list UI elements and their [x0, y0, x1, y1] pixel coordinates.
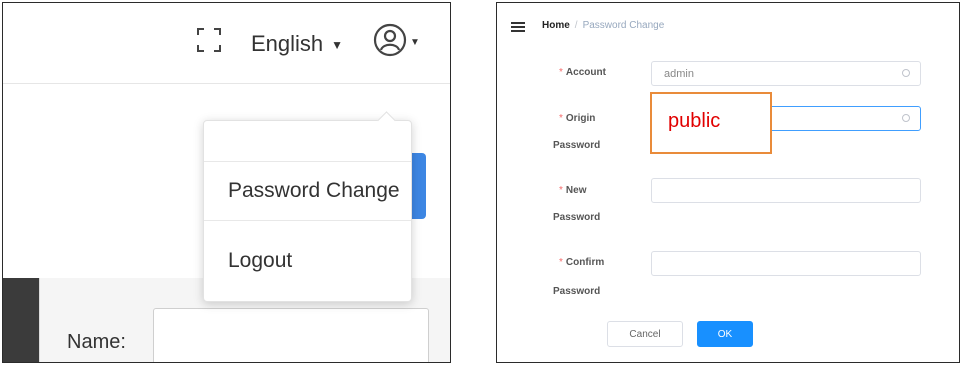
eye-icon[interactable] — [902, 114, 910, 122]
required-mark: * — [559, 185, 563, 196]
cancel-button[interactable]: Cancel — [607, 321, 683, 347]
user-dropdown-menu: Password Change Logout — [203, 111, 412, 302]
dropdown-arrow — [377, 111, 396, 130]
new-password-input[interactable] — [652, 179, 894, 202]
annotation-callout: public — [650, 92, 772, 154]
required-mark: * — [559, 257, 563, 268]
new-label-line1: New — [565, 185, 587, 196]
eye-icon[interactable] — [902, 69, 910, 77]
top-navbar: English ▼ ▼ — [3, 3, 450, 84]
account-label: * Account — [559, 67, 606, 78]
left-screenshot-panel: English ▼ ▼ Name: Password Change Logout — [2, 2, 451, 363]
required-mark: * — [559, 113, 563, 124]
user-caret-down-icon[interactable]: ▼ — [410, 37, 420, 48]
confirm-label-line1: Confirm — [565, 257, 605, 268]
name-label: Name: — [67, 331, 126, 353]
new-password-field[interactable] — [651, 178, 921, 203]
menu-item-password-change[interactable]: Password Change — [204, 161, 411, 221]
confirm-label-line2: Password — [553, 286, 601, 297]
breadcrumb-home[interactable]: Home — [542, 20, 570, 31]
account-label-text: Account — [565, 67, 606, 78]
language-selector[interactable]: English ▼ — [251, 31, 343, 57]
breadcrumb-separator: / — [574, 20, 578, 31]
annotation-text: public — [668, 110, 721, 132]
confirm-password-label: * Confirm — [559, 257, 604, 268]
new-password-label: * New — [559, 185, 586, 196]
account-input[interactable] — [652, 62, 894, 85]
account-field[interactable] — [651, 61, 921, 86]
hamburger-menu-icon[interactable] — [511, 22, 525, 32]
caret-down-icon: ▼ — [331, 38, 344, 53]
ok-button[interactable]: OK — [697, 321, 753, 347]
confirm-password-field[interactable] — [651, 251, 921, 276]
origin-label-line2: Password — [553, 140, 601, 151]
breadcrumb: Home / Password Change — [542, 20, 664, 31]
user-circle-icon[interactable] — [373, 23, 407, 57]
origin-password-label: * Origin — [559, 113, 595, 124]
menu-item-logout[interactable]: Logout — [204, 241, 411, 281]
required-mark: * — [559, 67, 563, 78]
new-label-line2: Password — [553, 212, 601, 223]
confirm-password-input[interactable] — [652, 252, 894, 275]
breadcrumb-current: Password Change — [582, 20, 665, 31]
origin-label-line1: Origin — [565, 113, 596, 124]
name-input[interactable] — [153, 308, 429, 362]
right-screenshot-panel: Home/Password Change *Account *Origin Pa… — [496, 2, 960, 363]
language-label: English — [251, 31, 324, 56]
sidebar-strip — [3, 278, 39, 362]
fullscreen-icon[interactable] — [196, 27, 222, 53]
